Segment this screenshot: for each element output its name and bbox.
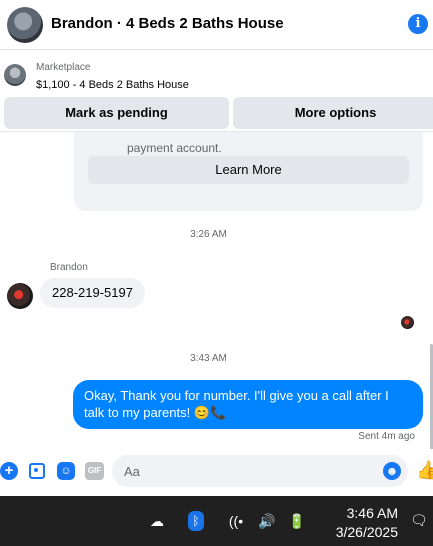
gif-icon[interactable]: GIF xyxy=(85,462,104,480)
learn-more-button[interactable]: Learn More xyxy=(88,156,409,184)
listing-title: $1,100 - 4 Beds 2 Baths House xyxy=(36,79,189,91)
battery-icon[interactable]: 🔋 xyxy=(286,511,308,531)
clock-time[interactable]: 3:46 AM xyxy=(332,504,398,522)
timestamp: 3:26 AM xyxy=(190,229,227,240)
sender-name: Brandon xyxy=(50,262,88,273)
notification-icon[interactable]: 🗨 xyxy=(410,511,428,529)
sticker-icon[interactable]: ☺ xyxy=(57,462,75,480)
bluetooth-icon[interactable]: ᛒ xyxy=(188,511,204,531)
message-composer: + ☺ GIF ☻ 👍 xyxy=(0,450,433,494)
seen-indicator-avatar xyxy=(401,316,414,329)
wifi-icon[interactable]: ((• xyxy=(226,511,246,531)
chat-header: Brandon · 4 Beds 2 Baths House i xyxy=(0,0,433,50)
listing-thumbnail xyxy=(4,64,26,86)
photo-icon[interactable] xyxy=(29,463,45,479)
timestamp: 3:43 AM xyxy=(190,353,227,364)
chat-title[interactable]: Brandon · 4 Beds 2 Baths House xyxy=(51,15,284,32)
plus-icon[interactable]: + xyxy=(0,462,18,480)
info-icon[interactable]: i xyxy=(408,14,428,34)
marketplace-label: Marketplace xyxy=(36,62,91,73)
onedrive-icon[interactable]: ☁ xyxy=(146,511,168,531)
incoming-message[interactable]: 228-219-5197 xyxy=(40,278,145,308)
windows-taskbar: ☁ ᛒ ((• 🔊 🔋 3:46 AM 3/26/2025 🗨 xyxy=(0,496,433,546)
listing-actions: Mark as pending More options xyxy=(0,96,433,130)
like-icon[interactable]: 👍 xyxy=(416,460,433,480)
message-input[interactable] xyxy=(124,455,374,487)
message-input-wrapper: ☻ xyxy=(112,455,408,487)
message-thread[interactable]: payment account. Learn More 3:26 AM Bran… xyxy=(0,131,433,449)
outgoing-message[interactable]: Okay, Thank you for number. I'll give yo… xyxy=(73,380,423,429)
contact-avatar[interactable] xyxy=(7,7,43,43)
info-card-text: payment account. xyxy=(127,141,222,155)
sent-status: Sent 4m ago xyxy=(358,431,415,442)
sender-avatar[interactable] xyxy=(7,283,33,309)
more-options-button[interactable]: More options xyxy=(233,97,433,129)
clock-date[interactable]: 3/26/2025 xyxy=(318,523,398,541)
info-card: payment account. Learn More xyxy=(74,132,423,211)
mark-as-pending-button[interactable]: Mark as pending xyxy=(4,97,229,129)
marketplace-listing[interactable]: Marketplace $1,100 - 4 Beds 2 Baths Hous… xyxy=(0,51,433,95)
volume-icon[interactable]: 🔊 xyxy=(256,511,278,531)
emoji-icon[interactable]: ☻ xyxy=(383,462,401,480)
